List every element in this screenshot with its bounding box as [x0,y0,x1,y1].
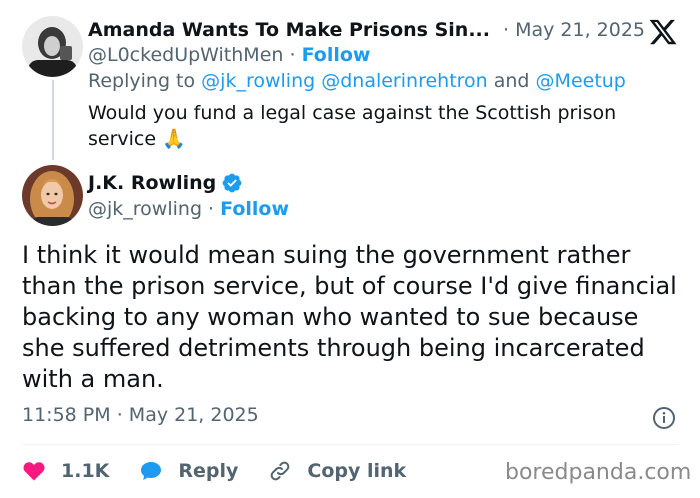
mention-link[interactable]: @Meetup [536,70,626,92]
reply-tweet-date[interactable]: May 21, 2025 [515,19,645,41]
x-logo-icon[interactable] [648,17,678,47]
like-count: 1.1K [61,460,110,482]
separator-dot: · [208,198,215,220]
reply-tweet-text: Would you fund a legal case against the … [88,102,617,150]
reply-author-avatar[interactable] [22,16,83,77]
heart-icon [23,462,45,481]
info-icon[interactable] [652,406,676,430]
action-bar: 1.1K Reply Copy link [22,457,436,485]
reply-author-handle[interactable]: @L0ckedUpWithMen [88,44,283,66]
copy-link-button[interactable]: Copy link [268,459,406,483]
main-author-handle[interactable]: @jk_rowling [88,198,202,220]
source-watermark: boredpanda.com [505,460,692,485]
mention-link[interactable]: @dnalerinrehtron [321,70,487,92]
reply-follow-button[interactable]: Follow [302,44,371,66]
separator-dot: · [503,19,510,41]
main-author-name[interactable]: J.K. Rowling [88,172,216,194]
replying-to-line: Replying to @jk_rowling @dnalerinrehtron… [88,70,626,92]
mention-link[interactable]: @jk_rowling [201,70,315,92]
reply-author-name[interactable]: Amanda Wants To Make Prisons Sin... [88,19,490,41]
like-button[interactable]: 1.1K [22,459,109,483]
tweet-time: 11:58 PM [22,404,111,426]
tweet-timestamp[interactable]: 11:58 PM · May 21, 2025 [22,404,259,426]
replying-to-and: and [493,70,530,92]
link-icon [271,461,290,481]
main-follow-button[interactable]: Follow [220,198,289,220]
main-tweet-text: I think it would mean suing the governme… [22,241,677,393]
divider [22,444,678,445]
reply-label: Reply [178,460,239,482]
reply-button[interactable]: Reply [139,459,238,483]
verified-badge-icon[interactable] [221,172,243,194]
reply-bubble-icon [141,462,162,480]
thread-connector-line [52,80,54,160]
copy-link-label: Copy link [307,460,407,482]
main-author-avatar[interactable] [22,165,83,226]
replying-to-label: Replying to [88,70,196,92]
tweet-date: May 21, 2025 [128,404,259,426]
separator-dot: · [116,404,123,426]
separator-dot: · [289,44,296,66]
